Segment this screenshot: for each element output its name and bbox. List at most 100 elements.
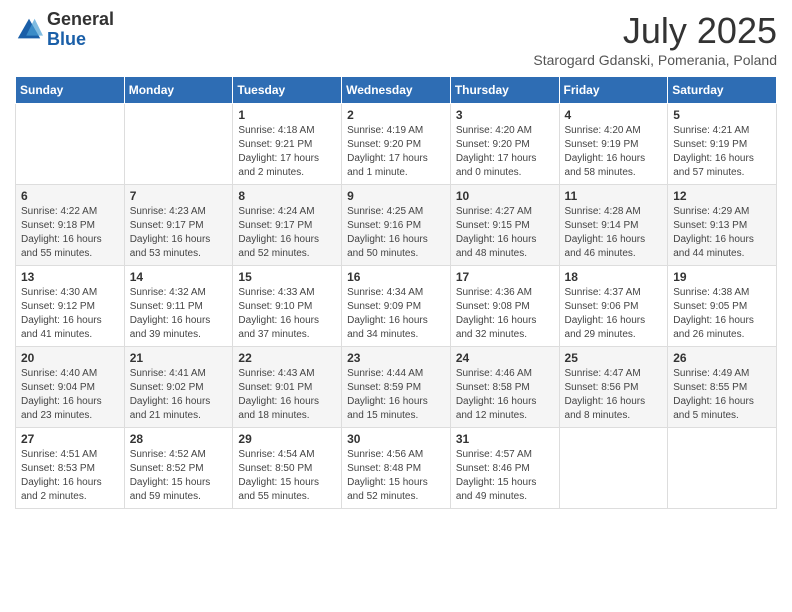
day-number: 1	[238, 108, 336, 122]
day-number: 31	[456, 432, 554, 446]
day-number: 16	[347, 270, 445, 284]
day-info: Sunrise: 4:36 AM Sunset: 9:08 PM Dayligh…	[456, 286, 554, 342]
calendar-cell: 10 Sunrise: 4:27 AM Sunset: 9:15 PM Dayli…	[450, 185, 559, 266]
day-info: Sunrise: 4:49 AM Sunset: 8:55 PM Dayligh…	[673, 367, 771, 423]
calendar-cell: 26 Sunrise: 4:49 AM Sunset: 8:55 PM Dayli…	[668, 347, 777, 428]
day-info: Sunrise: 4:33 AM Sunset: 9:10 PM Dayligh…	[238, 286, 336, 342]
calendar-week-row: 1 Sunrise: 4:18 AM Sunset: 9:21 PM Daylig…	[16, 104, 777, 185]
day-info: Sunrise: 4:23 AM Sunset: 9:17 PM Dayligh…	[130, 205, 228, 261]
calendar-cell: 24 Sunrise: 4:46 AM Sunset: 8:58 PM Dayli…	[450, 347, 559, 428]
day-header-friday: Friday	[559, 77, 668, 104]
day-number: 8	[238, 189, 336, 203]
day-number: 20	[21, 351, 119, 365]
day-info: Sunrise: 4:32 AM Sunset: 9:11 PM Dayligh…	[130, 286, 228, 342]
calendar-cell: 19Sunrise: 4:38 AM Sunset: 9:05 PM Dayli…	[668, 266, 777, 347]
day-info: Sunrise: 4:25 AM Sunset: 9:16 PM Dayligh…	[347, 205, 445, 261]
day-number: 17	[456, 270, 554, 284]
calendar-cell: 5Sunrise: 4:21 AM Sunset: 9:19 PM Daylig…	[668, 104, 777, 185]
day-number: 4	[565, 108, 663, 122]
calendar-cell: 8 Sunrise: 4:24 AM Sunset: 9:17 PM Daylig…	[233, 185, 342, 266]
day-number: 2	[347, 108, 445, 122]
day-number: 25	[565, 351, 663, 365]
day-number: 22	[238, 351, 336, 365]
day-number: 6	[21, 189, 119, 203]
calendar-cell: 25Sunrise: 4:47 AM Sunset: 8:56 PM Dayli…	[559, 347, 668, 428]
calendar-week-row: 13 Sunrise: 4:30 AM Sunset: 9:12 PM Dayli…	[16, 266, 777, 347]
day-info: Sunrise: 4:52 AM Sunset: 8:52 PM Dayligh…	[130, 448, 228, 504]
day-info: Sunrise: 4:27 AM Sunset: 9:15 PM Dayligh…	[456, 205, 554, 261]
calendar-week-row: 20 Sunrise: 4:40 AM Sunset: 9:04 PM Dayli…	[16, 347, 777, 428]
day-info: Sunrise: 4:20 AM Sunset: 9:20 PM Dayligh…	[456, 124, 554, 180]
day-number: 29	[238, 432, 336, 446]
day-info: Sunrise: 4:44 AM Sunset: 8:59 PM Dayligh…	[347, 367, 445, 423]
calendar-cell: 11 Sunrise: 4:28 AM Sunset: 9:14 PM Dayli…	[559, 185, 668, 266]
calendar-cell: 21Sunrise: 4:41 AM Sunset: 9:02 PM Dayli…	[124, 347, 233, 428]
page-header: General Blue July 2025 Starogard Gdanski…	[15, 10, 777, 68]
day-info: Sunrise: 4:20 AM Sunset: 9:19 PM Dayligh…	[565, 124, 663, 180]
calendar-cell	[124, 104, 233, 185]
location-subtitle: Starogard Gdanski, Pomerania, Poland	[533, 52, 777, 68]
day-info: Sunrise: 4:43 AM Sunset: 9:01 PM Dayligh…	[238, 367, 336, 423]
calendar-header-row: SundayMondayTuesdayWednesdayThursdayFrid…	[16, 77, 777, 104]
calendar-cell: 14 Sunrise: 4:32 AM Sunset: 9:11 PM Dayli…	[124, 266, 233, 347]
day-number: 27	[21, 432, 119, 446]
month-title: July 2025	[533, 10, 777, 52]
day-header-monday: Monday	[124, 77, 233, 104]
day-number: 13	[21, 270, 119, 284]
day-info: Sunrise: 4:28 AM Sunset: 9:14 PM Dayligh…	[565, 205, 663, 261]
calendar-cell: 3 Sunrise: 4:20 AM Sunset: 9:20 PM Daylig…	[450, 104, 559, 185]
calendar-cell: 28 Sunrise: 4:52 AM Sunset: 8:52 PM Dayli…	[124, 428, 233, 509]
day-info: Sunrise: 4:54 AM Sunset: 8:50 PM Dayligh…	[238, 448, 336, 504]
day-info: Sunrise: 4:30 AM Sunset: 9:12 PM Dayligh…	[21, 286, 119, 342]
calendar-cell	[668, 428, 777, 509]
logo-general: General	[47, 10, 114, 30]
calendar-cell: 17 Sunrise: 4:36 AM Sunset: 9:08 PM Dayli…	[450, 266, 559, 347]
day-number: 10	[456, 189, 554, 203]
calendar-cell: 13 Sunrise: 4:30 AM Sunset: 9:12 PM Dayli…	[16, 266, 125, 347]
day-number: 24	[456, 351, 554, 365]
day-number: 7	[130, 189, 228, 203]
calendar-cell: 30 Sunrise: 4:56 AM Sunset: 8:48 PM Dayli…	[342, 428, 451, 509]
day-info: Sunrise: 4:18 AM Sunset: 9:21 PM Dayligh…	[238, 124, 336, 180]
calendar-cell: 2Sunrise: 4:19 AM Sunset: 9:20 PM Daylig…	[342, 104, 451, 185]
calendar-cell	[559, 428, 668, 509]
calendar-table: SundayMondayTuesdayWednesdayThursdayFrid…	[15, 76, 777, 509]
calendar-cell: 20 Sunrise: 4:40 AM Sunset: 9:04 PM Dayli…	[16, 347, 125, 428]
calendar-cell: 27 Sunrise: 4:51 AM Sunset: 8:53 PM Dayli…	[16, 428, 125, 509]
day-info: Sunrise: 4:24 AM Sunset: 9:17 PM Dayligh…	[238, 205, 336, 261]
day-info: Sunrise: 4:46 AM Sunset: 8:58 PM Dayligh…	[456, 367, 554, 423]
logo-icon	[15, 16, 43, 44]
calendar-cell: 31Sunrise: 4:57 AM Sunset: 8:46 PM Dayli…	[450, 428, 559, 509]
logo: General Blue	[15, 10, 114, 50]
day-header-sunday: Sunday	[16, 77, 125, 104]
calendar-cell: 12 Sunrise: 4:29 AM Sunset: 9:13 PM Dayli…	[668, 185, 777, 266]
logo-blue: Blue	[47, 30, 114, 50]
calendar-cell: 29 Sunrise: 4:54 AM Sunset: 8:50 PM Dayli…	[233, 428, 342, 509]
day-number: 30	[347, 432, 445, 446]
day-header-saturday: Saturday	[668, 77, 777, 104]
calendar-cell: 23Sunrise: 4:44 AM Sunset: 8:59 PM Dayli…	[342, 347, 451, 428]
logo-text: General Blue	[47, 10, 114, 50]
day-number: 14	[130, 270, 228, 284]
calendar-cell: 4 Sunrise: 4:20 AM Sunset: 9:19 PM Daylig…	[559, 104, 668, 185]
day-number: 21	[130, 351, 228, 365]
day-info: Sunrise: 4:56 AM Sunset: 8:48 PM Dayligh…	[347, 448, 445, 504]
day-number: 3	[456, 108, 554, 122]
day-info: Sunrise: 4:29 AM Sunset: 9:13 PM Dayligh…	[673, 205, 771, 261]
day-info: Sunrise: 4:51 AM Sunset: 8:53 PM Dayligh…	[21, 448, 119, 504]
day-header-thursday: Thursday	[450, 77, 559, 104]
calendar-cell: 22 Sunrise: 4:43 AM Sunset: 9:01 PM Dayli…	[233, 347, 342, 428]
calendar-cell	[16, 104, 125, 185]
day-info: Sunrise: 4:21 AM Sunset: 9:19 PM Dayligh…	[673, 124, 771, 180]
day-info: Sunrise: 4:40 AM Sunset: 9:04 PM Dayligh…	[21, 367, 119, 423]
day-number: 26	[673, 351, 771, 365]
day-info: Sunrise: 4:22 AM Sunset: 9:18 PM Dayligh…	[21, 205, 119, 261]
calendar-cell: 1 Sunrise: 4:18 AM Sunset: 9:21 PM Daylig…	[233, 104, 342, 185]
day-number: 12	[673, 189, 771, 203]
day-number: 18	[565, 270, 663, 284]
day-header-tuesday: Tuesday	[233, 77, 342, 104]
calendar-cell: 6 Sunrise: 4:22 AM Sunset: 9:18 PM Daylig…	[16, 185, 125, 266]
day-number: 19	[673, 270, 771, 284]
day-number: 28	[130, 432, 228, 446]
day-number: 11	[565, 189, 663, 203]
